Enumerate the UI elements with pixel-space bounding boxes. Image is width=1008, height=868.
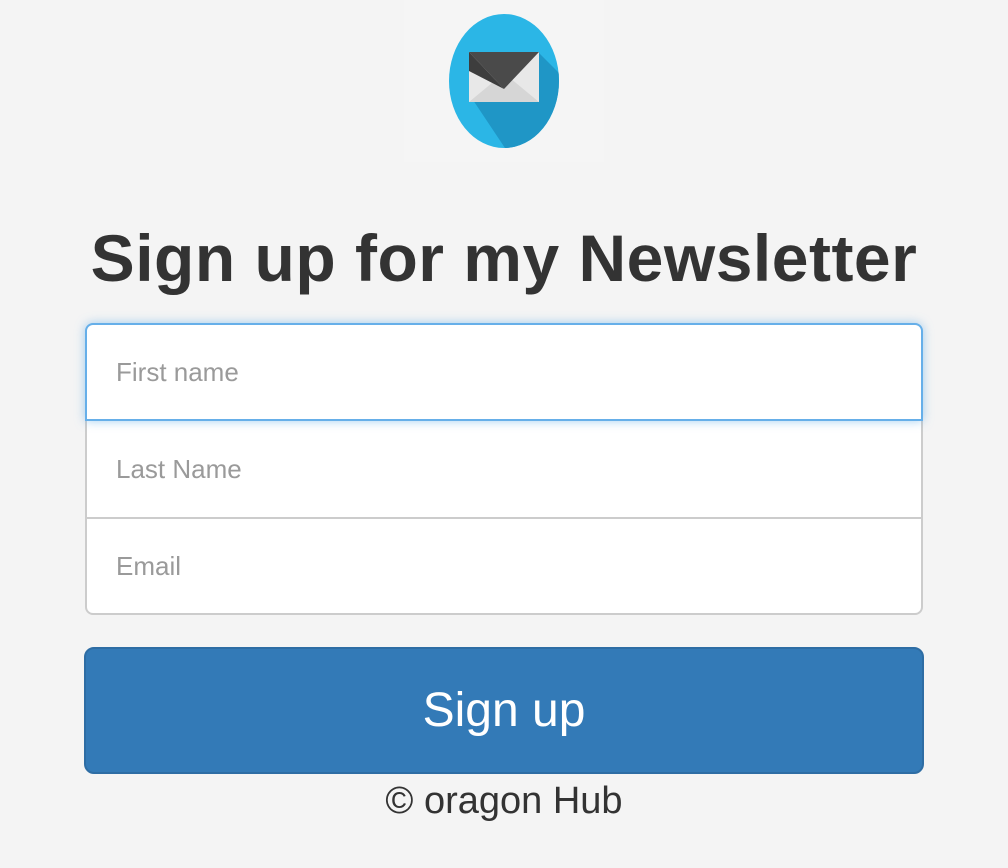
envelope-icon xyxy=(449,14,559,148)
email-input[interactable] xyxy=(85,517,923,615)
signup-page: Sign up for my Newsletter Sign up © orag… xyxy=(0,0,1008,868)
footer-copyright: © oragon Hub xyxy=(385,780,623,822)
signup-button[interactable]: Sign up xyxy=(84,647,924,774)
logo xyxy=(404,0,604,162)
last-name-input[interactable] xyxy=(85,421,923,519)
first-name-input[interactable] xyxy=(85,323,923,421)
signup-form xyxy=(85,323,923,615)
page-title: Sign up for my Newsletter xyxy=(90,221,918,295)
